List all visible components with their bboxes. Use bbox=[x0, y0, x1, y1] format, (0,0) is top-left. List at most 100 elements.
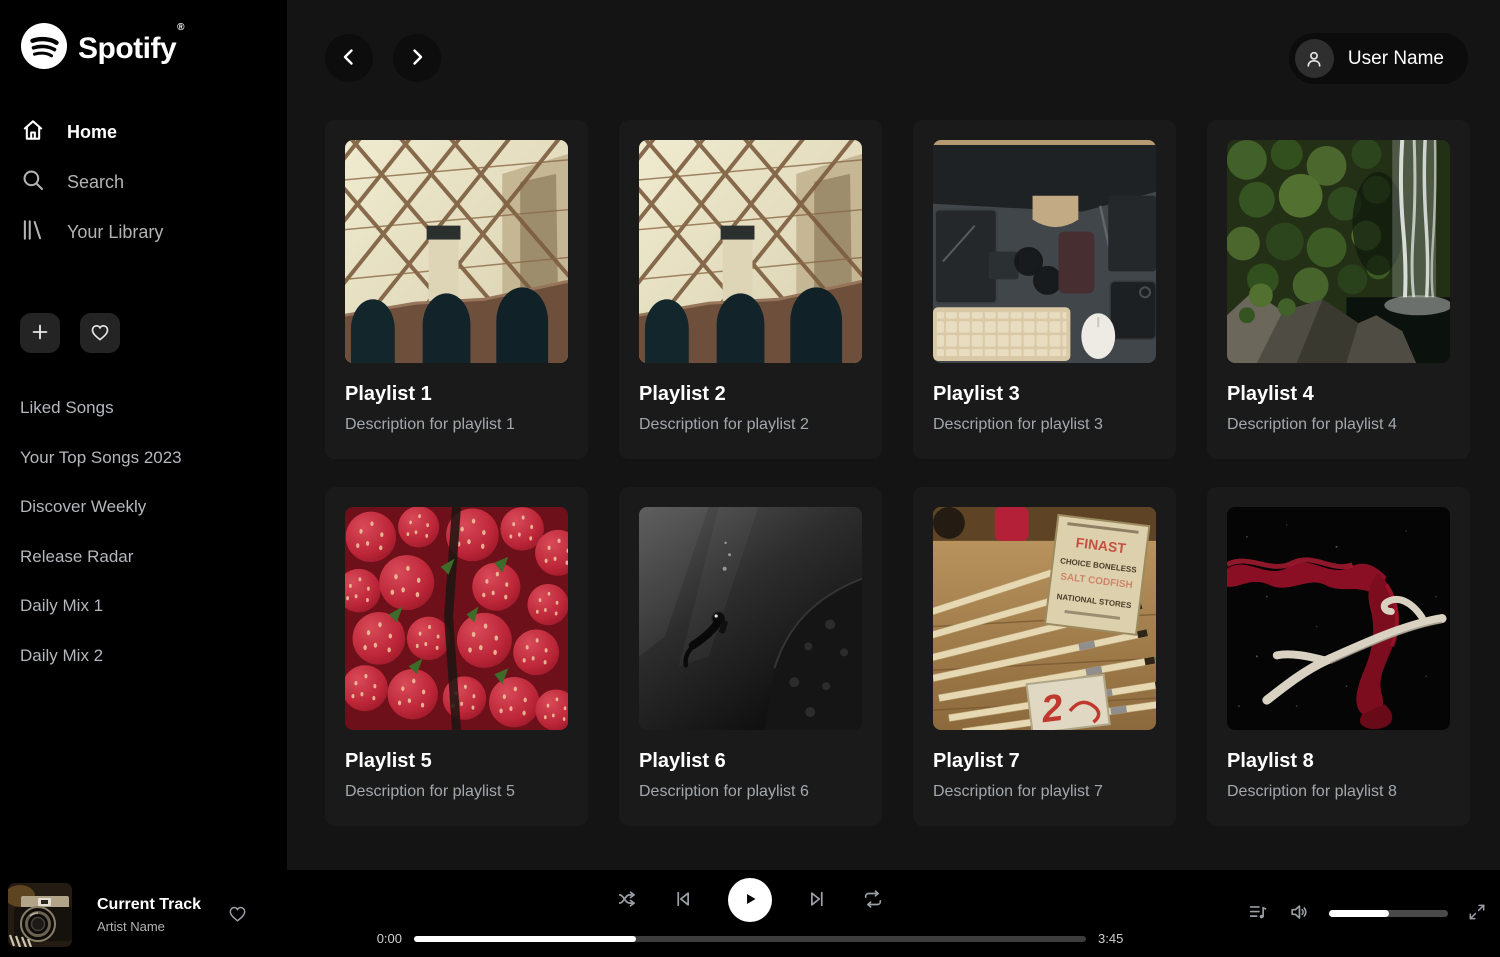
playlist-description: Description for playlist 4 bbox=[1227, 416, 1450, 434]
sidebar-playlist-release-radar[interactable]: Release Radar bbox=[20, 532, 267, 582]
playlist-description: Description for playlist 5 bbox=[345, 783, 568, 801]
playlist-card-6[interactable]: Playlist 6 Description for playlist 6 bbox=[619, 487, 882, 826]
sidebar-item-label: Your Library bbox=[67, 222, 163, 243]
fullscreen-button[interactable] bbox=[1467, 902, 1487, 925]
playlist-title: Playlist 5 bbox=[345, 750, 568, 773]
playlist-description: Description for playlist 3 bbox=[933, 416, 1156, 434]
back-button[interactable] bbox=[325, 34, 373, 82]
sidebar-playlist-your-top-songs-2023[interactable]: Your Top Songs 2023 bbox=[20, 433, 267, 483]
playlist-description: Description for playlist 6 bbox=[639, 783, 862, 801]
playlist-card-2[interactable]: Playlist 2 Description for playlist 2 bbox=[619, 120, 882, 459]
vintage-sign: FINAST CHOICE BONELESS SALT CODFISH NATI… bbox=[1045, 515, 1149, 635]
player-bar: Current Track Artist Name bbox=[0, 870, 1500, 957]
album-art-vintage-camera bbox=[8, 883, 72, 947]
repeat-icon bbox=[862, 888, 884, 913]
playlist-description: Description for playlist 8 bbox=[1227, 783, 1450, 801]
playlist-cover-art-rulers: FINAST CHOICE BONELESS SALT CODFISH NATI… bbox=[933, 507, 1156, 730]
duration-time: 3:45 bbox=[1098, 931, 1130, 946]
volume-bar-fill bbox=[1329, 910, 1389, 917]
chevron-right-icon bbox=[405, 45, 429, 72]
progress-bar[interactable] bbox=[414, 936, 1086, 942]
forward-button[interactable] bbox=[393, 34, 441, 82]
sidebar-nav: Home Search Your Library bbox=[20, 107, 267, 257]
plus-icon bbox=[29, 321, 51, 346]
home-icon bbox=[20, 117, 46, 148]
player-controls: 0:00 3:45 bbox=[370, 878, 1130, 946]
playlist-cover-art-diver bbox=[639, 507, 862, 730]
search-icon bbox=[20, 167, 46, 198]
sidebar-item-label: Home bbox=[67, 122, 117, 143]
track-artist: Artist Name bbox=[97, 919, 201, 934]
playlist-card-1[interactable]: Playlist 1 Description for playlist 1 bbox=[325, 120, 588, 459]
playlist-title: Playlist 2 bbox=[639, 383, 862, 406]
playlist-title: Playlist 8 bbox=[1227, 750, 1450, 773]
liked-songs-button[interactable] bbox=[80, 313, 120, 353]
volume-icon bbox=[1288, 901, 1310, 926]
volume-button[interactable] bbox=[1288, 901, 1310, 926]
shuffle-icon bbox=[616, 888, 638, 913]
progress-row: 0:00 3:45 bbox=[370, 931, 1130, 946]
playlist-description: Description for playlist 1 bbox=[345, 416, 568, 434]
play-icon bbox=[739, 888, 761, 913]
app-window: Spotify® Home Search bbox=[0, 0, 1500, 870]
playlist-description: Description for playlist 7 bbox=[933, 783, 1156, 801]
spotify-logo[interactable]: Spotify® bbox=[20, 22, 267, 75]
avatar bbox=[1295, 39, 1334, 78]
playlist-card-3[interactable]: Playlist 3 Description for playlist 3 bbox=[913, 120, 1176, 459]
price-tag: 2 bbox=[1027, 675, 1110, 730]
playlist-title: Playlist 4 bbox=[1227, 383, 1450, 406]
queue-button[interactable] bbox=[1247, 901, 1269, 926]
create-playlist-button[interactable] bbox=[20, 313, 60, 353]
progress-bar-fill bbox=[414, 936, 636, 942]
playlist-cover-art-strawberries bbox=[345, 507, 568, 730]
skip-back-icon bbox=[672, 888, 694, 913]
sidebar-actions bbox=[20, 313, 267, 353]
like-track-button[interactable] bbox=[227, 903, 248, 927]
skip-forward-icon bbox=[806, 888, 828, 913]
sidebar-item-label: Search bbox=[67, 172, 124, 193]
user-name-label: User Name bbox=[1348, 48, 1444, 70]
sidebar-item-your-library[interactable]: Your Library bbox=[20, 207, 267, 257]
next-track-button[interactable] bbox=[806, 888, 828, 913]
main-content: User Name bbox=[287, 0, 1500, 870]
sidebar-playlist-discover-weekly[interactable]: Discover Weekly bbox=[20, 482, 267, 532]
now-playing: Current Track Artist Name bbox=[8, 883, 248, 947]
sidebar-playlist-daily-mix-1[interactable]: Daily Mix 1 bbox=[20, 581, 267, 631]
play-button[interactable] bbox=[728, 878, 772, 922]
chevron-left-icon bbox=[337, 45, 361, 72]
shuffle-button[interactable] bbox=[616, 888, 638, 913]
sidebar-item-search[interactable]: Search bbox=[20, 157, 267, 207]
user-menu-button[interactable]: User Name bbox=[1289, 33, 1468, 84]
playlist-card-5[interactable]: Playlist 5 Description for playlist 5 bbox=[325, 487, 588, 826]
library-icon bbox=[20, 217, 46, 248]
sidebar-playlist-daily-mix-2[interactable]: Daily Mix 2 bbox=[20, 631, 267, 681]
playlist-card-7[interactable]: FINAST CHOICE BONELESS SALT CODFISH NATI… bbox=[913, 487, 1176, 826]
playlist-cover-art-steel-truss bbox=[639, 140, 862, 363]
track-title: Current Track bbox=[97, 896, 201, 914]
sidebar: Spotify® Home Search bbox=[0, 0, 287, 870]
volume-slider[interactable] bbox=[1329, 910, 1448, 917]
playlist-description: Description for playlist 2 bbox=[639, 416, 862, 434]
expand-icon bbox=[1467, 902, 1487, 925]
playlist-title: Playlist 1 bbox=[345, 383, 568, 406]
sidebar-playlists: Liked Songs Your Top Songs 2023 Discover… bbox=[20, 383, 267, 680]
queue-icon bbox=[1247, 901, 1269, 926]
registered-mark: ® bbox=[177, 22, 184, 33]
heart-icon bbox=[89, 321, 111, 346]
spotify-logo-icon bbox=[20, 22, 68, 75]
playlist-card-8[interactable]: Playlist 8 Description for playlist 8 bbox=[1207, 487, 1470, 826]
playlist-card-4[interactable]: Playlist 4 Description for playlist 4 bbox=[1207, 120, 1470, 459]
sidebar-playlist-liked-songs[interactable]: Liked Songs bbox=[20, 383, 267, 433]
sidebar-item-home[interactable]: Home bbox=[20, 107, 267, 157]
repeat-button[interactable] bbox=[862, 888, 884, 913]
transport-controls bbox=[616, 878, 884, 922]
playlist-title: Playlist 6 bbox=[639, 750, 862, 773]
playlist-title: Playlist 3 bbox=[933, 383, 1156, 406]
previous-track-button[interactable] bbox=[672, 888, 694, 913]
playlist-title: Playlist 7 bbox=[933, 750, 1156, 773]
playlist-cover-art-waterfall bbox=[1227, 140, 1450, 363]
track-meta: Current Track Artist Name bbox=[97, 896, 201, 934]
spotify-wordmark: Spotify® bbox=[78, 32, 184, 66]
playlist-cover-art-steel-truss bbox=[345, 140, 568, 363]
elapsed-time: 0:00 bbox=[370, 931, 402, 946]
